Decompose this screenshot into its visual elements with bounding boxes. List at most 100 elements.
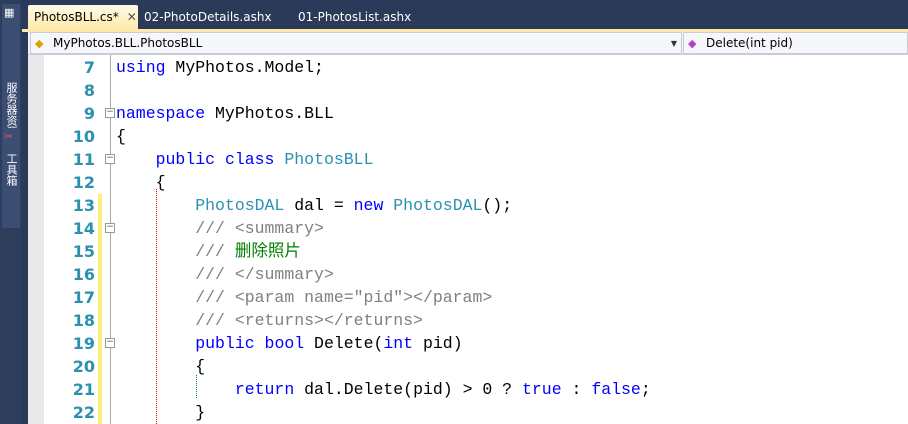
code-text: {: [116, 125, 126, 148]
toolbox-icon: ✂: [4, 130, 14, 143]
change-marker: [98, 286, 102, 309]
code-token: {: [116, 173, 166, 192]
code-line: 22 }: [28, 401, 908, 424]
code-text: /// </summary>: [116, 263, 334, 286]
collapse-icon[interactable]: −: [105, 223, 115, 233]
change-marker: [98, 378, 102, 401]
code-text: {: [116, 171, 166, 194]
line-number: 18: [72, 311, 95, 330]
type-combo[interactable]: ◆ MyPhotos.BLL.PhotosBLL ▼: [30, 32, 682, 54]
code-token: PhotosBLL: [284, 150, 374, 169]
code-text: public class PhotosBLL: [116, 148, 374, 171]
server-explorer-icon: ▦: [4, 6, 15, 19]
tab-photosbll[interactable]: PhotosBLL.cs* ✕: [28, 5, 138, 30]
code-line: 19− public bool Delete(int pid): [28, 332, 908, 355]
line-number: 14: [72, 219, 95, 238]
line-number: 10: [72, 127, 95, 146]
change-marker: [98, 194, 102, 217]
code-token: {: [116, 357, 206, 376]
collapse-icon[interactable]: −: [105, 108, 115, 118]
code-token: MyPhotos.BLL: [205, 104, 334, 123]
line-number: 21: [72, 380, 95, 399]
line-number: 16: [72, 265, 95, 284]
code-text: {: [116, 355, 205, 378]
code-token: int: [383, 334, 414, 353]
line-number: 8: [83, 81, 95, 100]
code-text: using MyPhotos.Model;: [116, 56, 324, 79]
collapse-icon[interactable]: −: [105, 154, 115, 164]
close-icon[interactable]: ✕: [127, 10, 137, 24]
code-token: /// <returns></returns>: [195, 311, 423, 330]
code-token: bool: [264, 334, 305, 353]
change-marker: [98, 401, 102, 424]
collapse-icon[interactable]: −: [105, 338, 115, 348]
tab-photoslist[interactable]: 01-PhotosList.ashx: [292, 5, 411, 30]
code-token: using: [116, 58, 166, 77]
change-marker: [98, 240, 102, 263]
code-line: 10 {: [28, 125, 908, 148]
code-text: PhotosDAL dal = new PhotosDAL();: [116, 194, 512, 217]
code-line: 18 /// <returns></returns>: [28, 309, 908, 332]
code-line: 21 return dal.Delete(pid) > 0 ? true : f…: [28, 378, 908, 401]
line-number: 9: [83, 104, 95, 123]
code-editor[interactable]: 7 using MyPhotos.Model; 8 9− namespace MyPho…: [28, 55, 908, 424]
method-icon: ◆: [688, 37, 697, 50]
change-marker: [98, 355, 102, 378]
code-token: namespace: [116, 104, 206, 123]
line-number: 15: [72, 242, 95, 261]
code-token: return: [234, 380, 295, 399]
code-token: }: [116, 403, 206, 422]
code-token: /// </summary>: [195, 265, 334, 284]
line-number: 13: [72, 196, 95, 215]
code-token: public: [155, 150, 216, 169]
code-token: class: [224, 150, 275, 169]
line-number: 11: [72, 150, 95, 169]
code-text: }: [116, 401, 205, 424]
server-explorer-button[interactable]: ▦ 服务器资源管理器: [2, 4, 20, 228]
code-token: dal.Delete(pid) > 0 ?: [294, 380, 522, 399]
code-token: pid): [413, 334, 463, 353]
chevron-down-icon[interactable]: ▼: [671, 33, 677, 54]
code-line: 20 {: [28, 355, 908, 378]
code-token: ;: [640, 380, 651, 399]
code-token: PhotosDAL: [195, 196, 285, 215]
line-number: 19: [72, 334, 95, 353]
toolbox-button[interactable]: ✂ 工具箱: [2, 128, 20, 190]
tab-photodetails[interactable]: 02-PhotoDetails.ashx: [138, 5, 272, 30]
tab-label: PhotosBLL.cs*: [34, 10, 119, 24]
line-number: 20: [72, 357, 95, 376]
class-icon: ◆: [35, 37, 44, 50]
code-token: {: [116, 127, 126, 146]
code-text: /// <returns></returns>: [116, 309, 423, 332]
code-token: ();: [482, 196, 513, 215]
document-tabs: PhotosBLL.cs* ✕ 02-PhotoDetails.ashx 01-P…: [22, 0, 908, 30]
code-token: Delete(: [304, 334, 384, 353]
code-line: 9− namespace MyPhotos.BLL: [28, 102, 908, 125]
change-marker: [98, 217, 102, 240]
change-marker: [98, 263, 102, 286]
code-text: /// <param name="pid"></param>: [116, 286, 492, 309]
code-line: 14− /// <summary>: [28, 217, 908, 240]
code-token: true: [522, 380, 562, 399]
line-number: 7: [83, 58, 95, 77]
code-line: 16 /// </summary>: [28, 263, 908, 286]
tab-label: 02-PhotoDetails.ashx: [144, 10, 272, 24]
code-line: 8: [28, 79, 908, 102]
code-text: /// 删除照片: [116, 240, 301, 263]
line-number: 17: [72, 288, 95, 307]
code-token: MyPhotos.Model;: [165, 58, 324, 77]
code-token: :: [561, 380, 592, 399]
member-combo[interactable]: ◆ Delete(int pid): [683, 32, 908, 54]
